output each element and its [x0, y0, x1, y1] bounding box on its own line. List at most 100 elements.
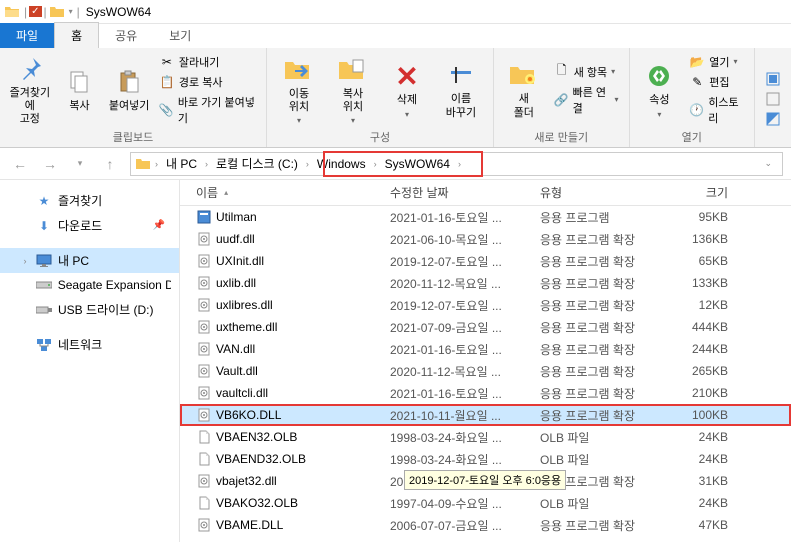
new-item-button[interactable]: 🗋새 항목 ▾ [552, 63, 621, 81]
table-row[interactable]: uxlibres.dll2019-12-07-토요일 ...응용 프로그램 확장… [180, 294, 791, 316]
file-name: VBAKO32.OLB [216, 496, 298, 510]
table-row[interactable]: VB6KO.DLL2021-10-11-월요일 ...응용 프로그램 확장100… [180, 404, 791, 426]
chevron-right-icon[interactable]: › [203, 159, 210, 169]
sidebar-this-pc[interactable]: › 내 PC [0, 248, 179, 273]
tab-home[interactable]: 홈 [54, 22, 99, 48]
shortcut-icon: 📎 [159, 102, 174, 118]
scissors-icon: ✂ [159, 54, 175, 70]
edit-button[interactable]: ✎편집 [687, 73, 746, 91]
up-button[interactable]: ↑ [98, 152, 122, 176]
sidebar-network[interactable]: 네트워크 [0, 332, 179, 357]
breadcrumb-segment[interactable]: 로컬 디스크 (C:) [212, 153, 302, 174]
table-row[interactable]: VBAEND32.OLB1998-03-24-화요일 ...OLB 파일24KB [180, 448, 791, 470]
file-name: UXInit.dll [216, 254, 264, 268]
sidebar-favorites[interactable]: ★ 즐겨찾기 [0, 188, 179, 213]
table-row[interactable]: VAN.dll2021-01-16-토요일 ...응용 프로그램 확장244KB [180, 338, 791, 360]
copy-button[interactable]: 복사 [58, 66, 102, 113]
table-row[interactable]: Utilman2021-01-16-토요일 ...응용 프로그램95KB [180, 206, 791, 228]
forward-button[interactable]: → [38, 152, 62, 176]
quick-access-check[interactable]: ✓ [29, 6, 41, 17]
table-row[interactable]: VBAEN32.OLB1998-03-24-화요일 ...OLB 파일24KB [180, 426, 791, 448]
select-invert-button[interactable] [763, 110, 783, 128]
breadcrumb-segment[interactable]: SysWOW64 [381, 155, 454, 173]
chevron-down-icon: ▾ [297, 116, 301, 125]
usb-icon [36, 302, 52, 318]
pin-button[interactable]: 즐겨찾기에 고정 [8, 53, 52, 127]
network-icon [36, 337, 52, 353]
tab-share[interactable]: 공유 [99, 23, 153, 48]
column-date[interactable]: 수정한 날짜 [390, 184, 540, 201]
easy-access-button[interactable]: 🔗빠른 연결 ▾ [552, 83, 621, 117]
file-icon [196, 385, 212, 401]
cut-button[interactable]: ✂잘라내기 [157, 53, 258, 71]
new-folder-button[interactable]: ✹ 새 폴더 [502, 59, 546, 119]
breadcrumb[interactable]: › 내 PC › 로컬 디스크 (C:) › Windows › SysWOW6… [130, 152, 783, 176]
table-row[interactable]: UXInit.dll2019-12-07-토요일 ...응용 프로그램 확장65… [180, 250, 791, 272]
table-row[interactable]: VBAKO32.OLB1997-04-09-수요일 ...OLB 파일24KB [180, 492, 791, 514]
breadcrumb-segment[interactable]: Windows [313, 155, 370, 173]
paste-shortcut-button[interactable]: 📎바로 가기 붙여넣기 [157, 93, 258, 127]
ribbon-group-select [755, 48, 791, 147]
column-type[interactable]: 유형 [540, 184, 670, 201]
breadcrumb-segment[interactable]: 내 PC [162, 153, 201, 174]
file-type: 응용 프로그램 확장 [540, 341, 670, 358]
dropdown-icon[interactable]: ▾ [69, 7, 73, 16]
file-date: 2021-10-11-월요일 ... [390, 407, 540, 424]
sidebar-downloads[interactable]: ⬇ 다운로드 📌 [0, 213, 179, 238]
tab-file[interactable]: 파일 [0, 23, 54, 48]
file-pane: 이름▴ 수정한 날짜 유형 크기 Utilman2021-01-16-토요일 .… [180, 180, 791, 542]
chevron-right-icon: › [20, 256, 30, 266]
monitor-icon [36, 253, 52, 269]
rename-button[interactable]: 이름 바꾸기 [437, 59, 485, 119]
chevron-right-icon[interactable]: › [456, 159, 463, 169]
file-name: uxlib.dll [216, 276, 256, 290]
file-size: 24KB [670, 430, 740, 444]
history-button[interactable]: 🕐히스토리 [687, 93, 746, 127]
ribbon-group-organize: 이동 위치 ▾ 복사 위치 ▾ ✕ 삭제 ▾ 이름 바꾸기 구성 [267, 48, 494, 147]
tab-view[interactable]: 보기 [153, 23, 207, 48]
copy-icon [63, 66, 95, 98]
table-row[interactable]: uxlib.dll2020-11-12-목요일 ...응용 프로그램 확장133… [180, 272, 791, 294]
drive-icon [36, 277, 52, 293]
chevron-right-icon[interactable]: › [372, 159, 379, 169]
paste-button[interactable]: 붙여넣기 [107, 66, 151, 113]
file-type: 응용 프로그램 확장 [540, 517, 670, 534]
table-row[interactable]: VBAME.DLL2006-07-07-금요일 ...응용 프로그램 확장47K… [180, 514, 791, 536]
rename-icon [445, 59, 477, 91]
table-row[interactable]: uxtheme.dll2021-07-09-금요일 ...응용 프로그램 확장4… [180, 316, 791, 338]
table-row[interactable]: uudf.dll2021-06-10-목요일 ...응용 프로그램 확장136K… [180, 228, 791, 250]
column-size[interactable]: 크기 [670, 184, 740, 201]
move-to-button[interactable]: 이동 위치 ▾ [275, 54, 323, 125]
chevron-right-icon[interactable]: › [304, 159, 311, 169]
sidebar-usb[interactable]: USB 드라이브 (D:) [0, 297, 179, 322]
table-row[interactable]: Vault.dll2020-11-12-목요일 ...응용 프로그램 확장265… [180, 360, 791, 382]
file-name: uudf.dll [216, 232, 255, 246]
back-button[interactable]: ← [8, 152, 32, 176]
breadcrumb-dropdown[interactable]: ⌄ [758, 158, 778, 169]
download-icon: ⬇ [36, 218, 52, 234]
chevron-right-icon[interactable]: › [153, 159, 160, 169]
file-name: vaultcli.dll [216, 386, 268, 400]
select-all-button[interactable] [763, 70, 783, 88]
file-size: 24KB [670, 496, 740, 510]
file-size: 136KB [670, 232, 740, 246]
file-icon [196, 319, 212, 335]
recent-button[interactable]: ▾ [68, 152, 92, 176]
table-row[interactable]: vaultcli.dll2021-01-16-토요일 ...응용 프로그램 확장… [180, 382, 791, 404]
file-date: 1997-04-09-수요일 ... [390, 495, 540, 512]
open-button[interactable]: 📂열기 ▾ [687, 53, 746, 71]
file-date: 2006-07-07-금요일 ... [390, 517, 540, 534]
sidebar-seagate[interactable]: Seagate Expansion D [0, 273, 179, 297]
file-name: VBAEND32.OLB [216, 452, 306, 466]
properties-button[interactable]: 속성 ▾ [638, 60, 682, 118]
file-icon [196, 517, 212, 533]
copy-to-button[interactable]: 복사 위치 ▾ [329, 54, 377, 125]
delete-button[interactable]: ✕ 삭제 ▾ [383, 60, 431, 118]
open-icon: 📂 [689, 54, 705, 70]
ribbon-group-new: ✹ 새 폴더 🗋새 항목 ▾ 🔗빠른 연결 ▾ 새로 만들기 [494, 48, 630, 147]
tooltip: 2019-12-07-토요일 오후 6:0응용 [404, 470, 566, 490]
copy-path-button[interactable]: 📋경로 복사 [157, 73, 258, 91]
file-type: OLB 파일 [540, 429, 670, 446]
column-name[interactable]: 이름▴ [180, 184, 390, 201]
select-none-button[interactable] [763, 90, 783, 108]
